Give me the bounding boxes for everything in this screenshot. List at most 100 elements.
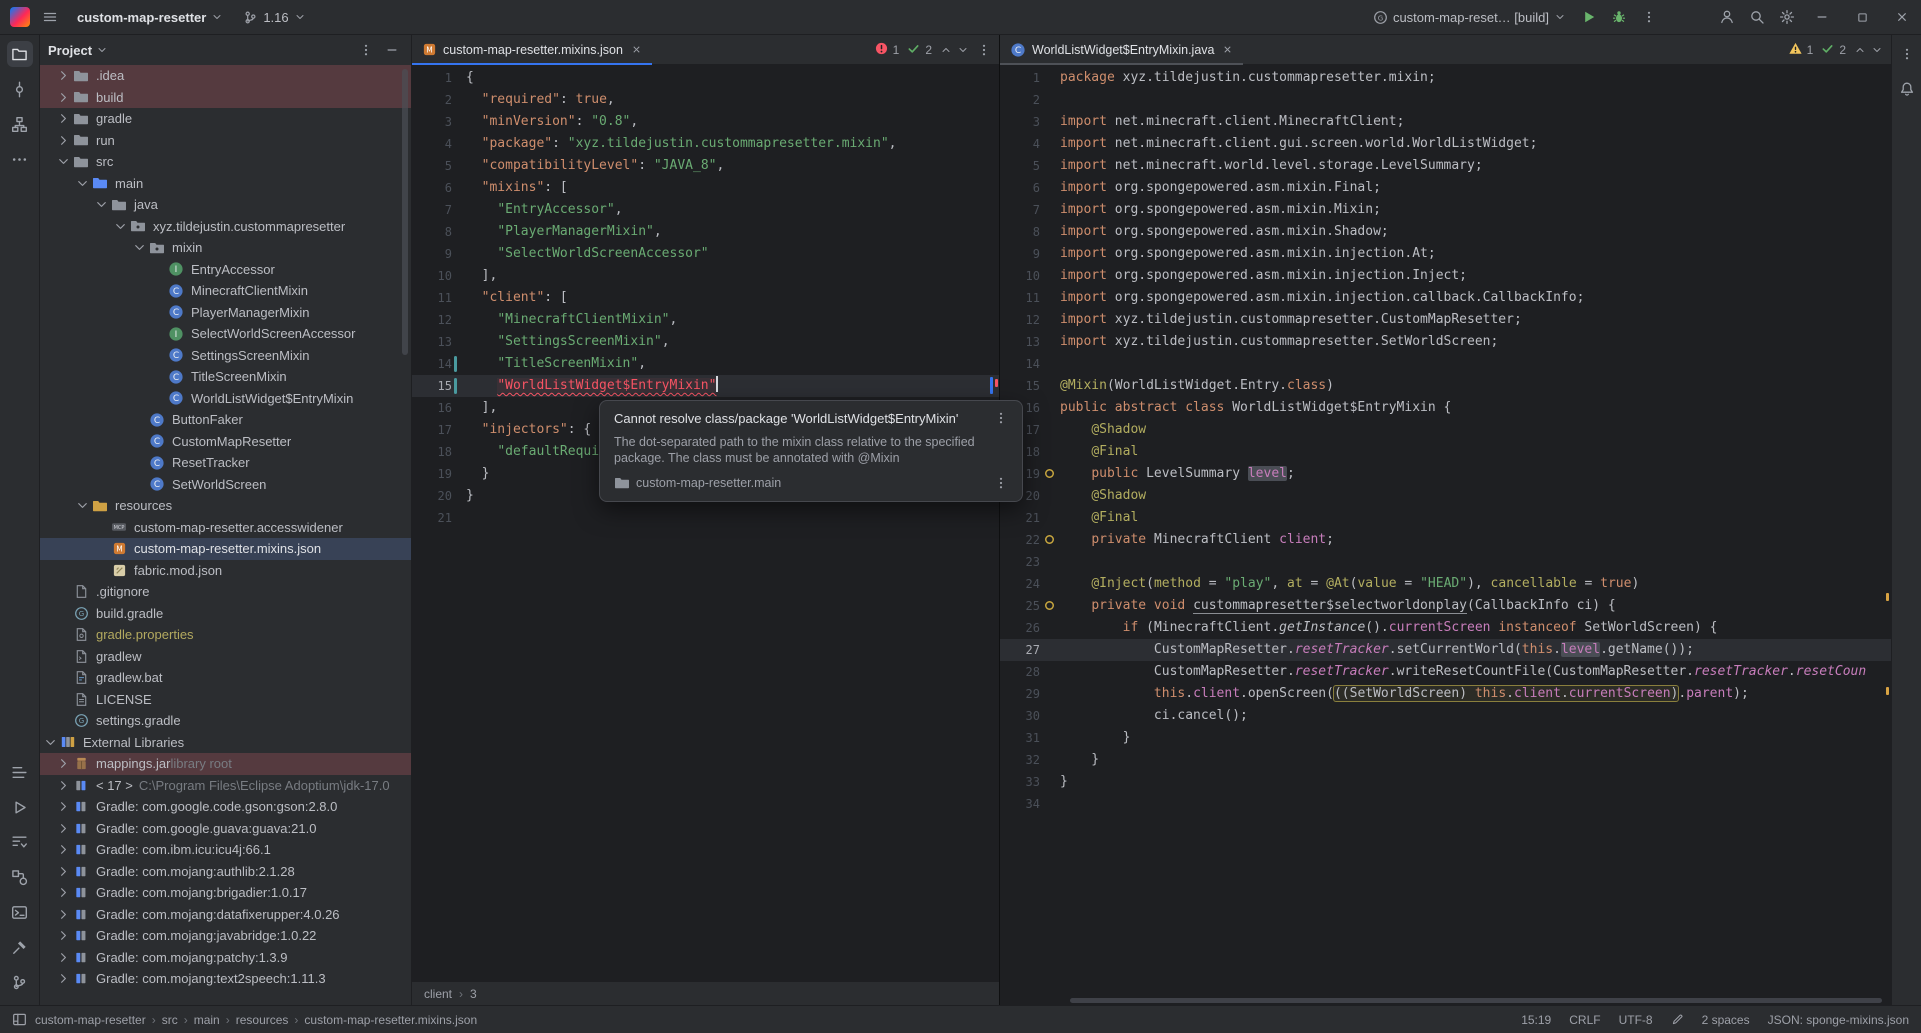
chevron-right-icon[interactable]: [55, 133, 72, 148]
status-item[interactable]: UTF-8: [1619, 1013, 1653, 1027]
scrollbar-thumb[interactable]: [402, 69, 408, 355]
prev-issue-icon[interactable]: [940, 44, 952, 56]
code-line-20[interactable]: 20 @Shadow: [1000, 485, 1891, 507]
code-line-5[interactable]: 5 import net.minecraft.world.level.storag…: [1000, 155, 1891, 177]
line-number[interactable]: 14: [412, 353, 452, 375]
line-number[interactable]: 6: [412, 177, 452, 199]
code-line-7[interactable]: 7 "EntryAccessor",: [412, 199, 999, 221]
tool-window-layout-icon[interactable]: [12, 1012, 27, 1027]
line-number[interactable]: 7: [412, 199, 452, 221]
breadcrumb-item[interactable]: client: [424, 987, 452, 1001]
tree-item[interactable]: I EntryAccessor: [40, 259, 411, 281]
chevron-right-icon[interactable]: [55, 68, 72, 83]
chevron-down-icon[interactable]: [96, 44, 108, 56]
breadcrumb-item[interactable]: resources: [236, 1013, 289, 1027]
line-number[interactable]: 6: [1000, 177, 1040, 199]
code-line-31[interactable]: 31 }: [1000, 727, 1891, 749]
shadow-gutter-icon[interactable]: [1044, 600, 1055, 611]
tree-item[interactable]: Gradle: com.mojang:datafixerupper:4.0.26: [40, 904, 411, 926]
status-item[interactable]: CRLF: [1569, 1013, 1600, 1027]
breadcrumb-item[interactable]: main: [194, 1013, 220, 1027]
tree-item[interactable]: C ResetTracker: [40, 452, 411, 474]
code-line-23[interactable]: 23: [1000, 551, 1891, 573]
tree-item[interactable]: src: [40, 151, 411, 173]
settings-gear-icon[interactable]: [1773, 3, 1801, 31]
code-line-6[interactable]: 6 "mixins": [: [412, 177, 999, 199]
build-icon[interactable]: [7, 934, 33, 960]
line-number[interactable]: 23: [1000, 551, 1040, 573]
line-number[interactable]: 8: [1000, 221, 1040, 243]
panel-more-icon[interactable]: [355, 39, 377, 61]
chevron-down-icon[interactable]: [74, 176, 91, 191]
chevron-right-icon[interactable]: [55, 971, 72, 986]
shadow-gutter-icon[interactable]: [1044, 468, 1055, 479]
line-number[interactable]: 10: [412, 265, 452, 287]
line-number[interactable]: 24: [1000, 573, 1040, 595]
line-number[interactable]: 1: [412, 67, 452, 89]
close-tab-icon[interactable]: [631, 44, 642, 55]
tree-item[interactable]: Gradle: com.google.code.gson:gson:2.8.0: [40, 796, 411, 818]
more-icon[interactable]: [7, 146, 33, 172]
hide-panel-icon[interactable]: [381, 39, 403, 61]
chevron-down-icon[interactable]: [93, 197, 110, 212]
line-number[interactable]: 2: [1000, 89, 1040, 111]
line-number[interactable]: 1: [1000, 67, 1040, 89]
line-number[interactable]: 21: [1000, 507, 1040, 529]
tree-item[interactable]: External Libraries: [40, 732, 411, 754]
code-line-5[interactable]: 5 "compatibilityLevel": "JAVA_8",: [412, 155, 999, 177]
tree-item[interactable]: main: [40, 173, 411, 195]
close-button[interactable]: [1883, 0, 1921, 35]
code-line-34[interactable]: 34: [1000, 793, 1891, 815]
code-line-3[interactable]: 3 "minVersion": "0.8",: [412, 111, 999, 133]
code-line-10[interactable]: 10 ],: [412, 265, 999, 287]
line-number[interactable]: 5: [1000, 155, 1040, 177]
tab-mixins-json[interactable]: M custom-map-resetter.mixins.json: [412, 35, 652, 65]
tree-item[interactable]: LICENSE: [40, 689, 411, 711]
chevron-down-icon[interactable]: [55, 154, 72, 169]
tree-item[interactable]: C WorldListWidget$EntryMixin: [40, 388, 411, 410]
tree-item[interactable]: java: [40, 194, 411, 216]
run-configuration-widget[interactable]: G custom-map-reset… [build]: [1366, 3, 1573, 31]
code-line-12[interactable]: 12 "MinecraftClientMixin",: [412, 309, 999, 331]
code-line-26[interactable]: 26 if (MinecraftClient.getInstance().cur…: [1000, 617, 1891, 639]
code-line-9[interactable]: 9 import org.spongepowered.asm.mixin.inje…: [1000, 243, 1891, 265]
line-number[interactable]: 5: [412, 155, 452, 177]
tree-item[interactable]: Gradle: com.mojang:patchy:1.3.9: [40, 947, 411, 969]
code-line-1[interactable]: 1{: [412, 67, 999, 89]
line-number[interactable]: 32: [1000, 749, 1040, 771]
code-line-9[interactable]: 9 "SelectWorldScreenAccessor": [412, 243, 999, 265]
code-line-8[interactable]: 8 import org.spongepowered.asm.mixin.Shad…: [1000, 221, 1891, 243]
main-menu-icon[interactable]: [36, 3, 64, 31]
line-number[interactable]: 12: [1000, 309, 1040, 331]
code-line-14[interactable]: 14 "TitleScreenMixin",: [412, 353, 999, 375]
chevron-down-icon[interactable]: [112, 219, 129, 234]
line-number[interactable]: 17: [412, 419, 452, 441]
code-line-14[interactable]: 14: [1000, 353, 1891, 375]
line-number[interactable]: 19: [412, 463, 452, 485]
code-line-21[interactable]: 21 @Final: [1000, 507, 1891, 529]
tree-item[interactable]: C TitleScreenMixin: [40, 366, 411, 388]
code-line-16[interactable]: 16 public abstract class WorldListWidget$…: [1000, 397, 1891, 419]
more-actions-icon[interactable]: [1635, 3, 1663, 31]
horizontal-scrollbar[interactable]: [1070, 998, 1882, 1003]
code-line-13[interactable]: 13 "SettingsScreenMixin",: [412, 331, 999, 353]
code-line-8[interactable]: 8 "PlayerManagerMixin",: [412, 221, 999, 243]
code-line-24[interactable]: 24 @Inject(method = "play", at = @At(val…: [1000, 573, 1891, 595]
tab-entry-mixin-java[interactable]: C WorldListWidget$EntryMixin.java: [1000, 35, 1244, 65]
run-icon[interactable]: [7, 794, 33, 820]
maximize-button[interactable]: [1843, 0, 1881, 35]
breadcrumb-item[interactable]: src: [162, 1013, 178, 1027]
tree-item[interactable]: C SettingsScreenMixin: [40, 345, 411, 367]
tree-item[interactable]: fabric.mod.json: [40, 560, 411, 582]
code-line-13[interactable]: 13 import xyz.tildejustin.custommapresett…: [1000, 331, 1891, 353]
notifications-icon[interactable]: [1894, 76, 1920, 102]
line-number[interactable]: 12: [412, 309, 452, 331]
commit-icon[interactable]: [7, 76, 33, 102]
line-number[interactable]: 30: [1000, 705, 1040, 727]
tree-item[interactable]: gradlew: [40, 646, 411, 668]
line-number[interactable]: 21: [412, 507, 452, 529]
chevron-right-icon[interactable]: [55, 778, 72, 793]
line-number[interactable]: 3: [412, 111, 452, 133]
chevron-right-icon[interactable]: [55, 928, 72, 943]
line-number[interactable]: 22: [1000, 529, 1040, 551]
